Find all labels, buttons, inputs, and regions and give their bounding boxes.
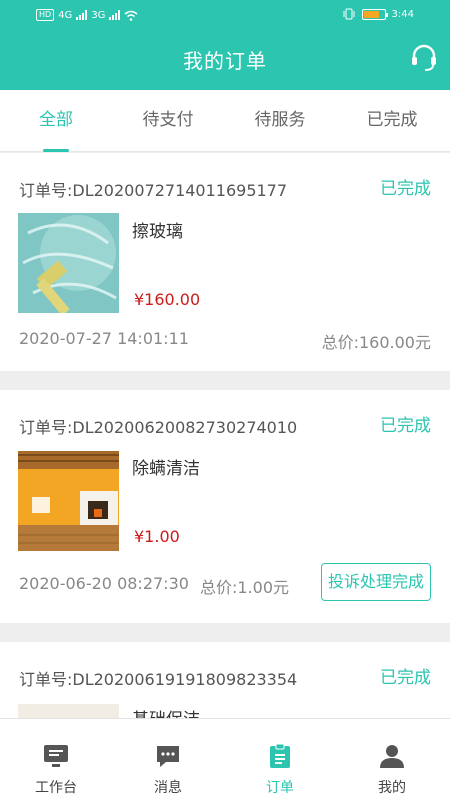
signal-icon — [76, 10, 88, 20]
tab-label: 待支付 — [142, 110, 194, 130]
nav-orders[interactable]: 订单 — [224, 719, 336, 800]
nav-label: 工作台 — [35, 780, 77, 796]
tab-pending-service[interactable]: 待服务 — [224, 90, 336, 152]
user-icon — [380, 745, 404, 768]
clipboard-icon — [270, 743, 290, 768]
nav-label: 我的 — [378, 780, 406, 796]
nav-workbench[interactable]: 工作台 — [0, 719, 112, 800]
hd-badge: HD — [36, 9, 55, 21]
order-status: 已完成 — [380, 416, 431, 436]
chat-icon — [157, 746, 179, 767]
service-name: 擦玻璃 — [132, 222, 183, 242]
order-tabs: 全部 待支付 待服务 已完成 — [0, 90, 450, 152]
tab-label: 已完成 — [366, 110, 418, 130]
order-total: 总价:160.00元 — [321, 333, 431, 352]
vibrate-icon — [343, 8, 355, 20]
order-status: 已完成 — [380, 668, 431, 688]
service-thumbnail — [18, 704, 119, 718]
tab-completed[interactable]: 已完成 — [336, 90, 448, 152]
status-bar: HD 4G 3G 3:44 — [0, 0, 450, 34]
headset-icon[interactable] — [410, 44, 438, 72]
order-card[interactable]: 订单号:DL2020072714011695177 已完成 擦玻璃 ¥160.0… — [0, 153, 450, 371]
tab-all[interactable]: 全部 — [0, 90, 112, 152]
tab-indicator — [43, 149, 69, 152]
app-header: HD 4G 3G 3:44 我的订单 — [0, 0, 450, 90]
order-total: 总价:1.00元 — [200, 578, 290, 597]
nav-label: 消息 — [154, 780, 182, 796]
page-title: 我的订单 — [183, 49, 267, 73]
service-name: 基础保洁 — [132, 705, 200, 718]
service-name: 除螨清洁 — [132, 459, 200, 479]
status-time: 3:44 — [391, 8, 414, 20]
signal-icon-2 — [109, 10, 121, 20]
network-label-1: 4G — [58, 9, 73, 21]
order-number: 订单号:DL2020061919180982335​4 — [19, 670, 298, 689]
tab-pending-payment[interactable]: 待支付 — [112, 90, 224, 152]
bottom-navigation: 工作台 消息 订单 我的 — [0, 718, 450, 800]
service-price: ¥1.00 — [134, 527, 180, 546]
order-card[interactable]: 订单号:DL2020061919180982335​4 已完成 基础保洁 — [0, 642, 450, 718]
service-price: ¥160.00 — [134, 290, 201, 309]
order-status: 已完成 — [380, 179, 431, 199]
nav-messages[interactable]: 消息 — [112, 719, 224, 800]
wifi-icon — [124, 10, 138, 21]
network-label-2: 3G — [91, 9, 106, 21]
order-number: 订单号:DL2020062008273027401​0 — [19, 418, 298, 437]
tab-label: 全部 — [39, 110, 73, 130]
monitor-icon — [44, 745, 68, 767]
order-date: 2020-07-27 14:01:11 — [19, 329, 189, 348]
order-card[interactable]: 订单号:DL2020062008273027401​0 已完成 除螨清洁 ¥1.… — [0, 390, 450, 623]
nav-profile[interactable]: 我的 — [336, 719, 448, 800]
battery-icon — [361, 8, 388, 20]
order-date: 2020-06-20 08:27:30 — [19, 574, 189, 593]
service-thumbnail — [18, 451, 119, 551]
nav-label: 订单 — [266, 780, 294, 796]
complaint-status-button[interactable]: 投诉处理完成 — [320, 563, 431, 601]
order-number: 订单号:DL2020072714011695177 — [19, 181, 288, 200]
service-thumbnail — [18, 213, 119, 313]
tab-label: 待服务 — [254, 110, 306, 130]
